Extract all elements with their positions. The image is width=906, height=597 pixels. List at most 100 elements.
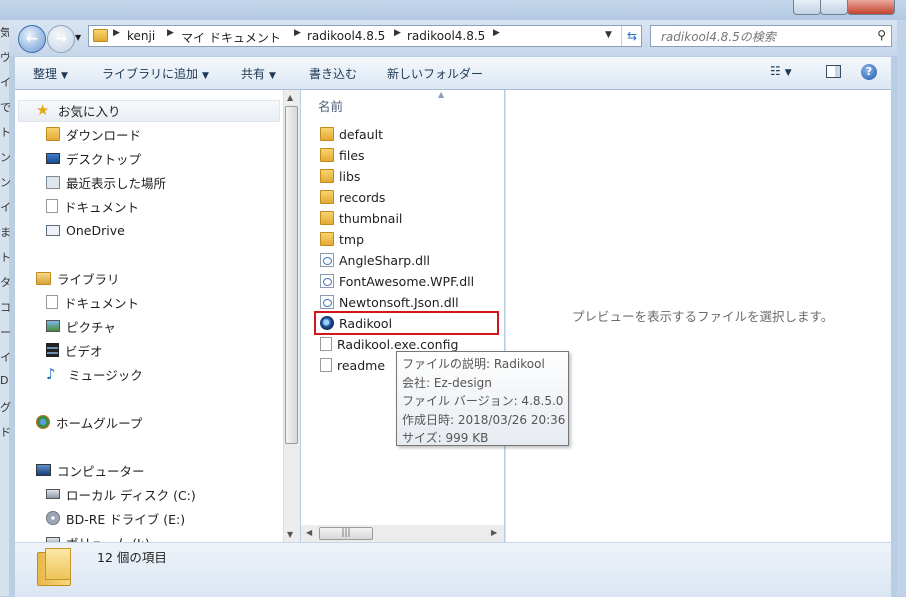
onedrive-icon xyxy=(46,224,60,236)
chevron-down-icon: ▼ xyxy=(61,71,68,81)
nav-onedrive[interactable]: OneDrive xyxy=(46,219,125,241)
chevron-right-icon[interactable]: ▶ xyxy=(493,28,500,38)
file-row[interactable]: libs xyxy=(320,166,360,186)
command-toolbar: 整理 ▼ ライブラリに追加 ▼ 共有 ▼ 書き込む 新しいフォルダー ☷ ▼ ? xyxy=(15,57,891,90)
search-input[interactable] xyxy=(659,27,873,47)
nav-computer[interactable]: コンピューター xyxy=(36,459,145,481)
breadcrumb-radikool-current[interactable]: radikool4.8.5 xyxy=(407,29,485,43)
add-to-library-label: ライブラリに追加 xyxy=(102,67,199,81)
background-window-text: ま xyxy=(0,226,11,239)
nav-lib-videos-label: ビデオ xyxy=(65,343,103,359)
file-row[interactable]: readme xyxy=(320,355,385,375)
search-box[interactable]: ⚲ xyxy=(650,25,892,47)
new-folder-button[interactable]: 新しいフォルダー xyxy=(387,65,483,82)
search-icon[interactable]: ⚲ xyxy=(877,28,886,42)
preview-pane-icon[interactable] xyxy=(826,65,841,78)
nav-lib-music[interactable]: ♪ ミュージック xyxy=(46,363,143,385)
nav-local-disk-c[interactable]: ローカル ディスク (C:) xyxy=(46,483,196,505)
nav-onedrive-label: OneDrive xyxy=(66,222,125,238)
scroll-down-arrow[interactable]: ▼ xyxy=(287,530,293,539)
background-window-text: D xyxy=(0,374,9,387)
nav-bd-re-drive-e[interactable]: BD-RE ドライブ (E:) xyxy=(46,507,185,529)
horizontal-scroll-thumb[interactable]: ||| xyxy=(319,527,373,540)
nav-favorites[interactable]: ★ お気に入り xyxy=(36,99,121,121)
back-button[interactable]: ← xyxy=(18,25,46,53)
column-header-name[interactable]: 名前 xyxy=(318,96,343,115)
nav-recent-places-label: 最近表示した場所 xyxy=(66,175,167,191)
file-row[interactable]: AngleSharp.dll xyxy=(320,250,430,270)
background-window-text: イ xyxy=(0,351,11,364)
nav-computer-label: コンピューター xyxy=(57,463,145,479)
file-name: Radikool.exe.config xyxy=(337,336,459,352)
address-bar[interactable]: ▶ kenji ▶ マイ ドキュメント ▶ radikool4.8.5 ▶ ra… xyxy=(88,25,642,47)
preview-message: プレビューを表示するファイルを選択します。 xyxy=(572,309,834,324)
scroll-right-arrow[interactable]: ▶ xyxy=(491,528,497,537)
file-row[interactable]: default xyxy=(320,124,383,144)
chevron-right-icon[interactable]: ▶ xyxy=(294,28,301,38)
breadcrumb-kenji[interactable]: kenji xyxy=(127,29,155,43)
arrow-right-icon: → xyxy=(55,31,67,47)
scroll-left-arrow[interactable]: ◀ xyxy=(306,528,312,537)
sort-ascending-icon: ▲ xyxy=(438,90,445,99)
add-to-library-button[interactable]: ライブラリに追加 ▼ xyxy=(102,65,209,82)
folder-icon xyxy=(320,211,334,225)
refresh-icon[interactable]: ⇆ xyxy=(621,26,642,46)
chevron-down-icon: ▼ xyxy=(784,68,792,78)
nav-lib-documents[interactable]: ドキュメント xyxy=(46,291,139,313)
nav-libraries[interactable]: ライブラリ xyxy=(36,267,120,289)
highlight-box-radikool xyxy=(314,311,499,335)
chevron-right-icon[interactable]: ▶ xyxy=(167,28,174,38)
nav-homegroup[interactable]: ホームグループ xyxy=(36,411,142,433)
file-name: default xyxy=(339,126,383,142)
file-row[interactable]: records xyxy=(320,187,385,207)
close-button[interactable] xyxy=(847,0,895,15)
file-row[interactable]: Newtonsoft.Json.dll xyxy=(320,292,459,312)
view-options-button[interactable]: ☷ ▼ xyxy=(770,64,792,78)
forward-button[interactable]: → xyxy=(47,25,75,53)
nav-downloads[interactable]: ダウンロード xyxy=(46,123,141,145)
background-window-strip: 気ヴイでトンンイまトタコーイDグド xyxy=(0,20,11,596)
scroll-up-arrow[interactable]: ▲ xyxy=(287,93,293,102)
nav-homegroup-label: ホームグループ xyxy=(56,415,143,431)
minimize-button[interactable] xyxy=(793,0,821,15)
nav-local-disk-c-label: ローカル ディスク (C:) xyxy=(66,487,196,503)
file-row[interactable]: tmp xyxy=(320,229,364,249)
nav-recent-places[interactable]: 最近表示した場所 xyxy=(46,171,166,193)
organize-button[interactable]: 整理 ▼ xyxy=(33,65,68,82)
document-icon xyxy=(46,199,58,213)
file-row[interactable]: FontAwesome.WPF.dll xyxy=(320,271,474,291)
tooltip-size: サイズ: 999 KB xyxy=(402,431,489,445)
maximize-button[interactable] xyxy=(820,0,848,15)
window-right-frame xyxy=(897,20,906,596)
burn-button[interactable]: 書き込む xyxy=(309,65,357,82)
breadcrumb-radikool-parent[interactable]: radikool4.8.5 xyxy=(307,29,385,43)
folder-icon xyxy=(320,169,334,183)
chevron-right-icon[interactable]: ▶ xyxy=(113,28,120,38)
share-button[interactable]: 共有 ▼ xyxy=(241,65,276,82)
nav-desktop[interactable]: デスクトップ xyxy=(46,147,141,169)
help-icon[interactable]: ? xyxy=(861,64,877,80)
organize-label: 整理 xyxy=(33,67,58,81)
navigation-scroll-thumb[interactable] xyxy=(285,106,298,444)
nav-lib-documents-label: ドキュメント xyxy=(64,295,140,311)
nav-lib-pictures[interactable]: ピクチャ xyxy=(46,315,116,337)
recent-places-icon xyxy=(46,175,60,189)
text-file-icon xyxy=(320,358,332,372)
recent-pages-dropdown[interactable]: ▼ xyxy=(75,33,81,42)
nav-bd-re-drive-e-label: BD-RE ドライブ (E:) xyxy=(66,511,186,527)
chevron-down-icon[interactable]: ▼ xyxy=(605,30,612,40)
nav-favorites-label: お気に入り xyxy=(58,103,121,119)
pictures-icon xyxy=(46,320,60,332)
homegroup-icon xyxy=(36,415,50,429)
file-name: FontAwesome.WPF.dll xyxy=(339,273,475,289)
nav-lib-videos[interactable]: ビデオ xyxy=(46,339,103,361)
chevron-right-icon[interactable]: ▶ xyxy=(394,28,401,38)
navigation-tree: ★ お気に入り ダウンロード デスクトップ 最近表示した場所 ドキュメント One… xyxy=(15,90,283,551)
nav-documents-fav[interactable]: ドキュメント xyxy=(46,195,139,217)
file-row[interactable]: files xyxy=(320,145,365,165)
file-row[interactable]: thumbnail xyxy=(320,208,402,228)
tooltip-description: ファイルの説明: Radikool xyxy=(402,357,545,371)
background-window-text: タ xyxy=(0,276,11,289)
window-title-bar xyxy=(0,0,906,20)
breadcrumb-my-documents[interactable]: マイ ドキュメント xyxy=(181,29,281,46)
